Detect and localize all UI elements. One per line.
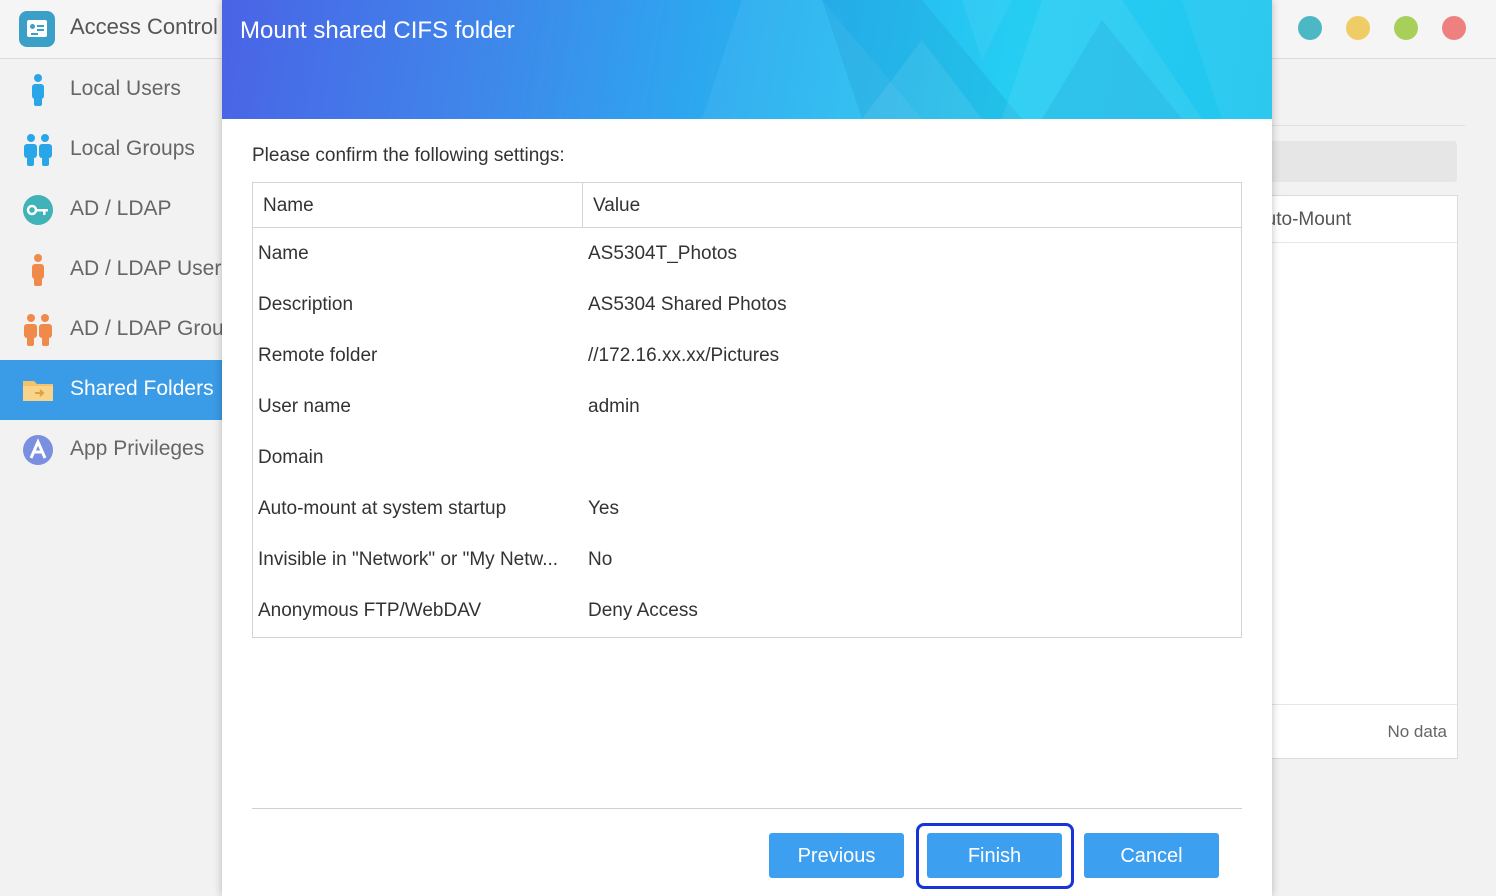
column-header-name: Name	[263, 195, 314, 216]
dialog-header: Mount shared CIFS folder	[222, 0, 1272, 119]
sidebar-item-label: App Privileges	[70, 437, 205, 460]
window-button-green[interactable]	[1394, 16, 1418, 40]
search-input[interactable]	[1272, 141, 1457, 182]
setting-name: Domain	[258, 447, 324, 468]
group-icon	[24, 134, 52, 166]
sidebar: Local Users Local Groups AD / LDAP AD / …	[0, 59, 246, 896]
table-row: User name admin	[253, 381, 1241, 432]
table-header: Auto-Mount	[1253, 196, 1457, 243]
setting-value: Yes	[588, 498, 619, 519]
setting-name: User name	[258, 396, 351, 417]
sidebar-item-app-privileges[interactable]: App Privileges	[0, 420, 222, 480]
divider	[1272, 704, 1457, 705]
app-title: Access Control	[70, 14, 218, 39]
app-privileges-icon	[23, 435, 53, 465]
table-row: Domain	[253, 432, 1241, 483]
sidebar-item-label: Local Groups	[70, 137, 195, 160]
sidebar-item-label: AD / LDAP	[70, 197, 172, 220]
table-row: Name AS5304T_Photos	[253, 228, 1241, 279]
setting-name: Remote folder	[258, 345, 378, 366]
sidebar-item-ad-ldap-users[interactable]: AD / LDAP Users	[0, 240, 232, 300]
access-control-app: Access Control Local Users Local Groups …	[0, 0, 1496, 896]
window-button-teal[interactable]	[1298, 16, 1322, 40]
access-control-icon	[19, 11, 55, 47]
setting-name: Invisible in "Network" or "My Netw...	[258, 549, 559, 570]
window-button-yellow[interactable]	[1346, 16, 1370, 40]
ad-user-icon	[32, 254, 44, 286]
setting-value: AS5304T_Photos	[588, 243, 737, 264]
sidebar-item-label: AD / LDAP Users	[70, 257, 232, 280]
setting-value: Deny Access	[588, 600, 698, 621]
setting-value: //172.16.xx.xx/Pictures	[588, 345, 780, 366]
user-icon	[32, 74, 44, 106]
setting-name: Anonymous FTP/WebDAV	[258, 600, 482, 621]
table-row: Anonymous FTP/WebDAV Deny Access	[253, 585, 1241, 636]
table-row: Remote folder //172.16.xx.xx/Pictures	[253, 330, 1241, 381]
shared-folders-table: Auto-Mount No data	[1253, 195, 1458, 759]
setting-name: Description	[258, 294, 354, 315]
sidebar-item-ad-ldap[interactable]: AD / LDAP	[0, 180, 222, 240]
folder-icon	[23, 381, 53, 401]
sidebar-item-label: AD / LDAP Groups	[70, 317, 246, 340]
settings-table: Name Value Name AS5304T_Photos Descripti…	[252, 182, 1242, 638]
table-row: Auto-mount at system startup Yes	[253, 483, 1241, 534]
setting-name: Name	[258, 243, 309, 264]
sidebar-item-ad-ldap-groups[interactable]: AD / LDAP Groups	[0, 300, 246, 360]
ad-group-icon	[24, 314, 52, 346]
setting-value: admin	[588, 396, 640, 417]
finish-button[interactable]: Finish	[927, 833, 1062, 878]
column-header-value: Value	[593, 195, 641, 216]
divider	[252, 808, 1242, 809]
no-data-text: No data	[1387, 722, 1447, 741]
setting-value: AS5304 Shared Photos	[588, 294, 787, 315]
sidebar-item-local-users[interactable]: Local Users	[0, 60, 222, 120]
divider	[1272, 125, 1465, 126]
column-separator	[582, 183, 583, 227]
dialog-title: Mount shared CIFS folder	[240, 17, 515, 44]
table-row: Description AS5304 Shared Photos	[253, 279, 1241, 330]
mount-cifs-dialog: Mount shared CIFS folder Please confirm …	[222, 0, 1272, 896]
sidebar-item-label: Shared Folders	[70, 377, 214, 400]
setting-name: Auto-mount at system startup	[258, 498, 507, 519]
window-button-close[interactable]	[1442, 16, 1466, 40]
confirm-prompt: Please confirm the following settings:	[252, 145, 565, 166]
cancel-button[interactable]: Cancel	[1084, 833, 1219, 878]
key-icon	[23, 195, 53, 225]
sidebar-item-shared-folders[interactable]: Shared Folders	[0, 360, 222, 420]
table-header: Name Value	[253, 183, 1241, 228]
previous-button[interactable]: Previous	[769, 833, 904, 878]
setting-value: No	[588, 549, 613, 570]
table-row: Invisible in "Network" or "My Netw... No	[253, 534, 1241, 585]
sidebar-item-local-groups[interactable]: Local Groups	[0, 120, 222, 180]
sidebar-item-label: Local Users	[70, 77, 181, 100]
